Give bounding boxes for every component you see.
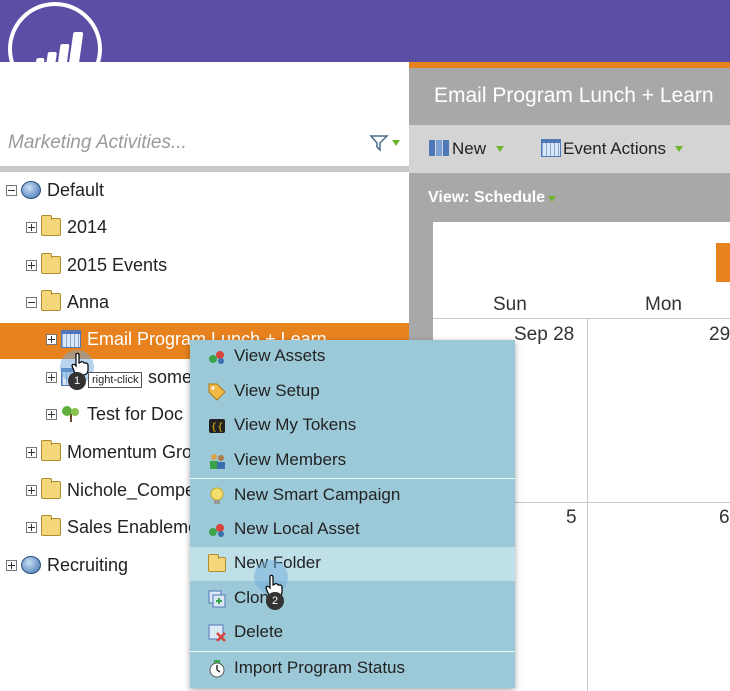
folder-icon xyxy=(208,554,226,572)
search-input[interactable]: Marketing Activities... xyxy=(8,132,187,154)
step-badge: 2 xyxy=(266,592,284,610)
menu-item-new-local-asset[interactable]: New Local Asset xyxy=(190,513,515,547)
folder-icon xyxy=(41,515,61,536)
expand-icon[interactable] xyxy=(46,372,57,383)
expand-icon[interactable] xyxy=(46,334,57,345)
menu-item-import-program-status[interactable]: Import Program Status xyxy=(190,652,515,686)
day-header: Mon xyxy=(645,294,682,315)
tag-icon xyxy=(208,383,226,401)
expand-icon[interactable] xyxy=(26,447,37,458)
page-title: Email Program Lunch + Learn xyxy=(434,84,714,107)
menu-item-label: New Smart Campaign xyxy=(234,485,401,504)
tree-item-label: Recruiting xyxy=(47,555,129,575)
collapse-icon[interactable] xyxy=(6,185,17,196)
folder-icon xyxy=(41,290,61,311)
globe-icon xyxy=(21,556,41,574)
calendar-gridline xyxy=(587,318,588,691)
expand-icon[interactable] xyxy=(46,409,57,420)
right-click-tooltip: right-click xyxy=(88,372,143,388)
expand-icon[interactable] xyxy=(26,485,37,496)
tree-item-2015-events[interactable]: 2015 Events xyxy=(0,249,409,285)
assets-icon xyxy=(209,351,224,364)
menu-item-label: View My Tokens xyxy=(234,415,357,434)
view-selector[interactable]: View: Schedule xyxy=(428,189,545,207)
lightbulb-icon xyxy=(210,487,224,504)
top-bar xyxy=(0,0,730,62)
event-actions-button[interactable]: Event Actions xyxy=(563,139,666,159)
calendar-nav-button[interactable] xyxy=(716,243,730,282)
delete-icon xyxy=(208,624,226,642)
tree-item-label: some xyxy=(148,367,193,387)
menu-item-delete[interactable]: Delete xyxy=(190,616,515,650)
calendar-program-icon xyxy=(61,330,81,348)
menu-item-new-folder[interactable]: New Folder xyxy=(190,547,515,581)
expand-icon[interactable] xyxy=(26,522,37,533)
menu-item-label: New Local Asset xyxy=(234,519,360,538)
menu-item-label: Import Program Status xyxy=(234,658,406,677)
date-cell[interactable]: Sep 28 xyxy=(514,324,574,346)
menu-item-new-smart-campaign[interactable]: New Smart Campaign xyxy=(190,479,515,513)
event-actions-icon xyxy=(541,139,561,157)
menu-item-label: Delete xyxy=(234,622,284,641)
step-badge: 1 xyxy=(68,372,86,390)
event-actions-dropdown-caret[interactable] xyxy=(675,146,683,152)
date-cell[interactable]: 29 xyxy=(709,324,730,346)
folder-icon xyxy=(41,253,61,274)
date-cell[interactable]: 5 xyxy=(566,507,577,529)
filter-dropdown-caret[interactable] xyxy=(392,140,400,146)
clone-icon xyxy=(208,590,226,608)
tree-item-label: Momentum Gro xyxy=(67,442,193,462)
view-dropdown-caret[interactable] xyxy=(548,196,556,202)
tree-item-label: Nichole_Compe xyxy=(67,480,196,500)
folder-icon xyxy=(41,478,61,499)
tree-item-label: 2014 xyxy=(67,217,108,237)
new-button[interactable]: New xyxy=(452,139,486,159)
tree-item-label: Default xyxy=(47,180,105,200)
new-dropdown-caret[interactable] xyxy=(496,146,504,152)
tree-item-label: 2015 Events xyxy=(67,255,168,275)
context-menu: View Assets View Setup {{ View My Tokens… xyxy=(190,340,515,688)
expand-icon[interactable] xyxy=(6,560,17,571)
tree-item-default[interactable]: Default xyxy=(0,174,409,210)
menu-item-label: View Setup xyxy=(234,381,320,400)
menu-item-label: View Assets xyxy=(234,346,326,365)
date-cell[interactable]: 6 xyxy=(719,507,730,529)
folder-icon xyxy=(41,215,61,236)
tree-item-anna[interactable]: Anna xyxy=(0,286,409,322)
calendar-gridline xyxy=(433,318,730,319)
tree-item-label: Anna xyxy=(67,292,110,312)
new-icon xyxy=(429,140,449,156)
filter-icon[interactable] xyxy=(368,132,390,154)
menu-item-clone[interactable]: Clone xyxy=(190,582,515,616)
import-status-icon xyxy=(209,660,225,678)
tokens-icon: {{ xyxy=(209,419,225,433)
tree-item-label: Sales Enableme xyxy=(67,517,199,537)
assets-icon xyxy=(209,524,224,537)
tree-item-2014[interactable]: 2014 xyxy=(0,211,409,247)
expand-icon[interactable] xyxy=(26,222,37,233)
menu-item-view-setup[interactable]: View Setup xyxy=(190,375,515,409)
menu-item-view-my-tokens[interactable]: {{ View My Tokens xyxy=(190,409,515,443)
menu-item-label: View Members xyxy=(234,450,347,469)
day-header: Sun xyxy=(493,294,527,315)
divider xyxy=(0,166,409,172)
collapse-icon[interactable] xyxy=(26,297,37,308)
svg-text:{{: {{ xyxy=(211,422,224,433)
menu-item-view-assets[interactable]: View Assets xyxy=(190,340,515,374)
expand-icon[interactable] xyxy=(26,260,37,271)
members-icon xyxy=(210,454,225,469)
smart-campaign-icon xyxy=(62,406,79,422)
menu-item-view-members[interactable]: View Members xyxy=(190,444,515,478)
folder-icon xyxy=(41,440,61,461)
tree-item-label: Test for Doc xyxy=(87,404,184,424)
globe-icon xyxy=(21,181,41,199)
